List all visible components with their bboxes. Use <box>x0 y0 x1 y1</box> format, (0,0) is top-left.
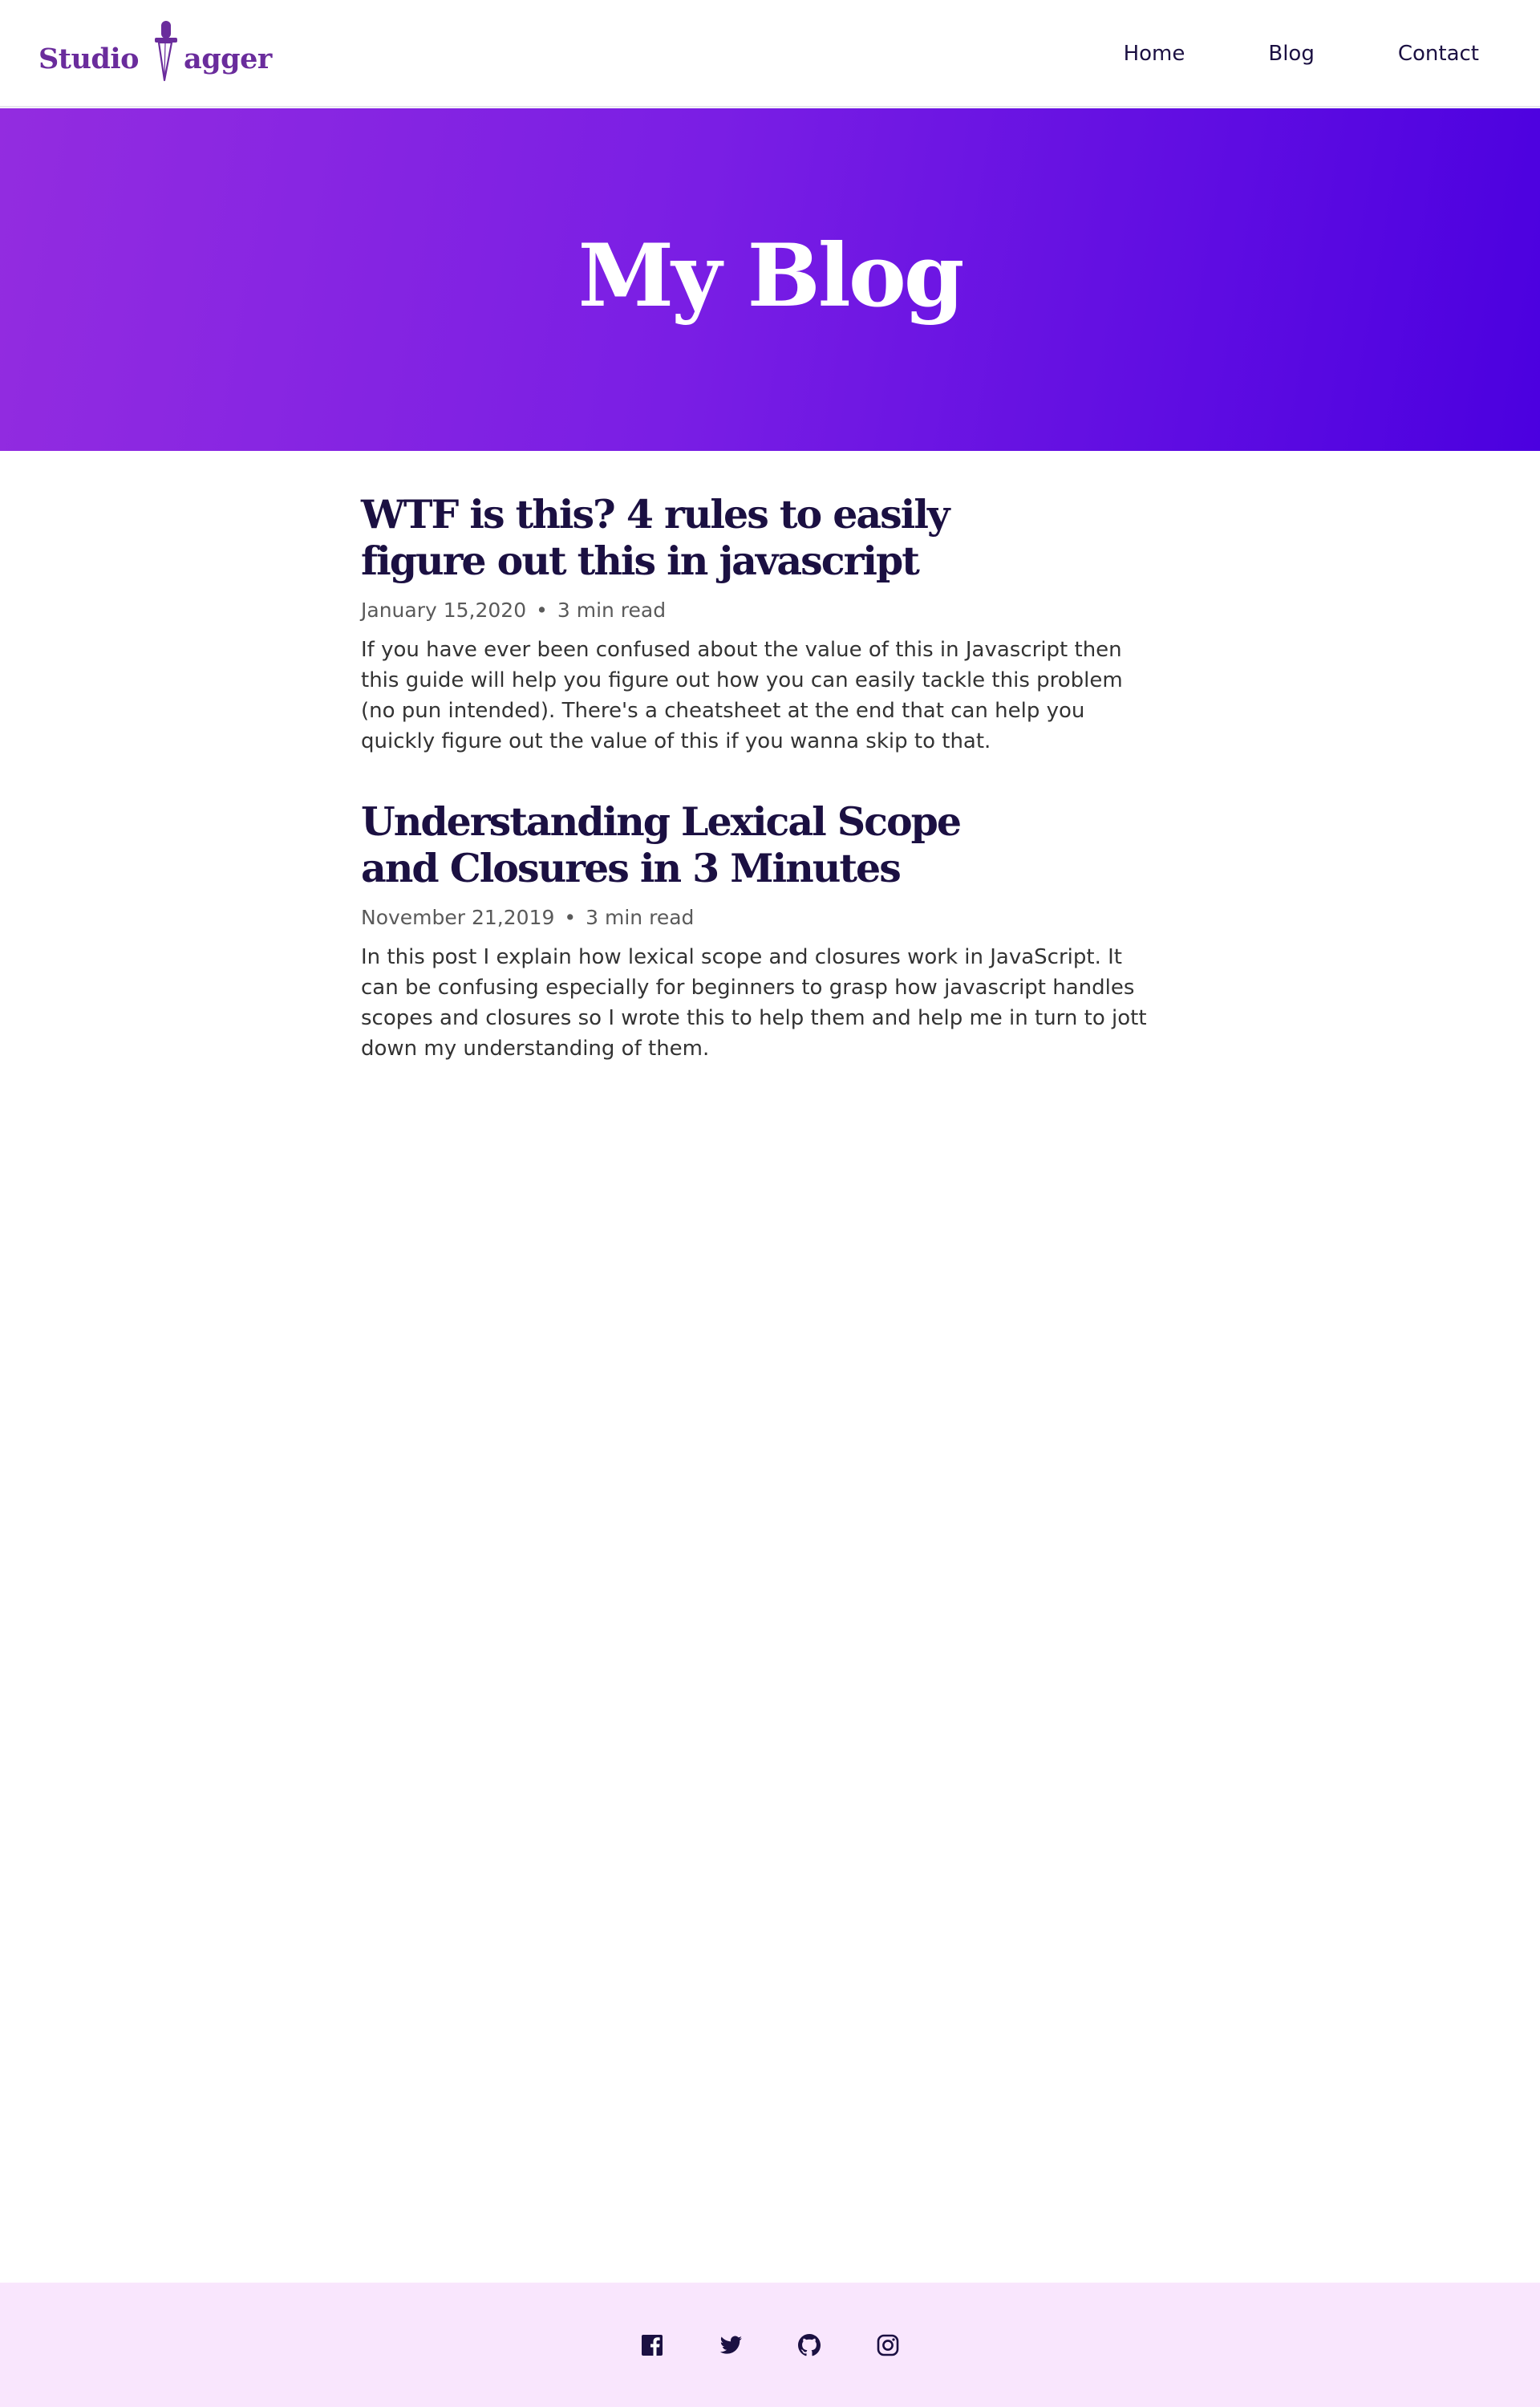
nav-blog[interactable]: Blog <box>1268 42 1314 66</box>
page-title: My Blog <box>578 225 965 327</box>
post-excerpt: If you have ever been confused about the… <box>361 638 1123 753</box>
post-read-time: 3 min read <box>586 906 695 929</box>
logo-text-agger: agger <box>184 43 272 75</box>
facebook-icon[interactable] <box>639 2332 665 2358</box>
post-item: Understanding Lexical Scope and Closures… <box>361 798 1163 1064</box>
nav-home[interactable]: Home <box>1124 42 1185 66</box>
post-date: November 21,2019 <box>361 906 555 929</box>
post-excerpt: In this post I explain how lexical scope… <box>361 945 1147 1061</box>
github-icon[interactable] <box>796 2332 822 2358</box>
meta-separator: • <box>536 599 548 622</box>
main-nav: Home Blog Contact <box>1124 0 1479 108</box>
logo-text-studio: Studio <box>38 43 140 75</box>
meta-separator: • <box>564 906 577 929</box>
hero-banner: My Blog <box>0 108 1540 451</box>
post-meta: January 15,2020 • 3 min read <box>361 599 1163 622</box>
site-footer <box>0 2283 1540 2407</box>
site-logo[interactable]: Studio agger <box>38 18 272 83</box>
post-title-link[interactable]: WTF is this? 4 rules to easily figure ou… <box>361 491 1019 584</box>
post-meta: November 21,2019 • 3 min read <box>361 906 1163 929</box>
twitter-icon[interactable] <box>718 2332 744 2358</box>
post-date: January 15,2020 <box>361 599 527 622</box>
post-list: WTF is this? 4 rules to easily figure ou… <box>361 491 1163 1106</box>
post-title-link[interactable]: Understanding Lexical Scope and Closures… <box>361 798 1019 891</box>
post-read-time: 3 min read <box>557 599 667 622</box>
nav-contact[interactable]: Contact <box>1398 42 1479 66</box>
instagram-icon[interactable] <box>875 2332 901 2358</box>
site-header: Studio agger Home Blog Contact <box>0 0 1540 108</box>
post-item: WTF is this? 4 rules to easily figure ou… <box>361 491 1163 757</box>
dagger-icon <box>155 21 178 82</box>
